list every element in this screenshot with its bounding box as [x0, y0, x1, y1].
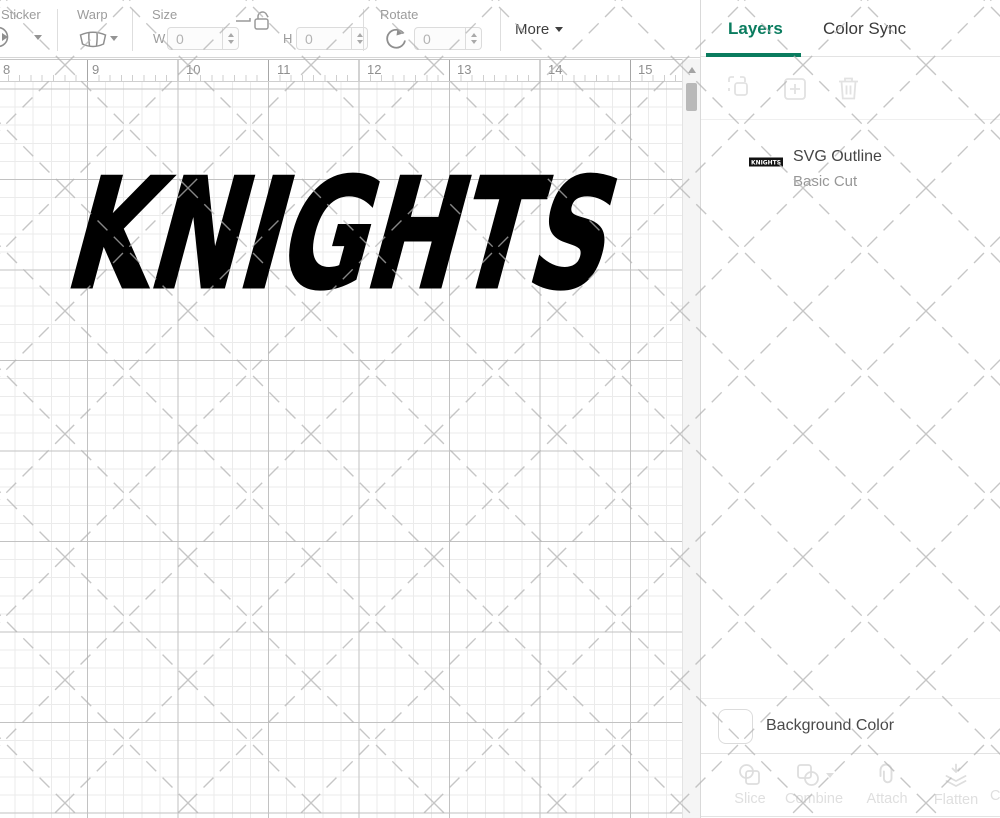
width-input[interactable]: [168, 28, 222, 49]
height-input[interactable]: [297, 28, 351, 49]
toolbar-divider: [132, 9, 133, 51]
width-input-group: [167, 27, 239, 50]
panel-tabs: Layers Color Sync: [701, 0, 1000, 57]
warp-icon[interactable]: [78, 29, 108, 54]
attach-button[interactable]: Attach: [861, 762, 913, 807]
sticker-offset-icon[interactable]: [0, 24, 18, 55]
ruler-number: 14: [548, 62, 563, 77]
ruler-number: 11: [277, 62, 291, 77]
layer-thumbnail: KNIGHTS: [749, 154, 783, 170]
size-group-label: Size: [152, 7, 178, 22]
height-input-group: [296, 27, 368, 50]
design-object-knights[interactable]: KNIGHTS: [0, 82, 700, 818]
ruler-number: 12: [367, 62, 382, 77]
design-app-window: Sticker Warp Size W 0 H 0 Rotate 0 More …: [0, 0, 1000, 818]
layer-tools-bar: Slice Combine Attach Flatten C: [701, 754, 1000, 817]
active-tab-underline: [706, 53, 801, 57]
layers-panel: Layers Color Sync KNIGHTS SVG Outline Ba…: [700, 0, 1000, 818]
design-text[interactable]: KNIGHTS: [51, 145, 639, 325]
more-button-label: More: [515, 21, 550, 38]
sticker-dropdown-caret-icon[interactable]: [34, 35, 42, 40]
design-canvas[interactable]: KNIGHTS: [0, 82, 700, 818]
ruler-number: 15: [638, 62, 653, 77]
combine-icon: [795, 762, 821, 788]
layer-thumbnail-text: KNIGHTS: [751, 160, 781, 167]
layer-actions-row: [701, 58, 1000, 120]
toolbar-divider: [500, 9, 501, 51]
partial-contour-button[interactable]: C: [990, 788, 1000, 804]
add-icon[interactable]: [782, 76, 808, 102]
attach-button-label: Attach: [866, 791, 908, 807]
background-color-row: Background Color: [701, 698, 1000, 754]
ruler-number: 9: [92, 62, 100, 77]
canvas-vertical-scrollbar[interactable]: [682, 59, 700, 818]
horizontal-ruler: 8 9 10 11 12 13 14 15: [0, 59, 700, 82]
ruler-number: 13: [457, 62, 472, 77]
rotate-icon[interactable]: [383, 26, 409, 57]
layer-title: SVG Outline: [793, 148, 882, 165]
scroll-up-arrow-icon[interactable]: [688, 67, 696, 73]
combine-dropdown-caret-icon[interactable]: [825, 772, 834, 778]
layer-text-block: SVG Outline Basic Cut: [793, 144, 882, 194]
toolbar-divider: [57, 9, 58, 51]
sticker-group-label: Sticker: [1, 7, 41, 22]
more-button[interactable]: More: [515, 21, 564, 38]
rotate-stepper[interactable]: [465, 28, 481, 49]
combine-button[interactable]: Combine: [781, 762, 847, 807]
delete-icon[interactable]: [836, 75, 861, 102]
background-color-label: Background Color: [766, 717, 895, 734]
layer-item-svg-outline[interactable]: KNIGHTS SVG Outline Basic Cut: [701, 130, 1000, 196]
warp-group-label: Warp: [77, 7, 108, 22]
tab-layers[interactable]: Layers: [728, 19, 783, 39]
work-area: Sticker Warp Size W 0 H 0 Rotate 0 More …: [0, 0, 700, 818]
background-color-swatch[interactable]: [718, 708, 753, 744]
attach-icon: [873, 762, 901, 788]
ruler-number: 8: [3, 62, 11, 77]
slice-button-label: Slice: [734, 791, 766, 807]
toolbar-divider: [363, 9, 364, 51]
flatten-button-label: Flatten: [933, 792, 979, 808]
duplicate-icon[interactable]: [727, 75, 754, 102]
warp-dropdown-caret-icon[interactable]: [110, 36, 118, 41]
ruler-number: 10: [186, 62, 201, 77]
tab-color-sync[interactable]: Color Sync: [823, 19, 906, 39]
width-field-label: W: [153, 31, 166, 46]
slice-icon: [737, 762, 763, 788]
edit-toolbar: Sticker Warp Size W 0 H 0 Rotate 0 More: [0, 0, 700, 58]
height-field-label: H: [283, 31, 293, 46]
scrollbar-thumb[interactable]: [686, 83, 697, 111]
more-caret-icon: [555, 27, 564, 32]
rotate-input-group: [414, 27, 482, 50]
slice-button[interactable]: Slice: [727, 762, 773, 807]
rotate-input[interactable]: [415, 28, 465, 49]
height-stepper[interactable]: [351, 28, 367, 49]
combine-button-label: Combine: [784, 791, 844, 807]
lock-aspect-icon[interactable]: [235, 8, 281, 37]
layer-subtitle: Basic Cut: [793, 173, 858, 190]
rotate-group-label: Rotate: [380, 7, 419, 22]
flatten-icon: [943, 762, 969, 789]
flatten-button[interactable]: Flatten: [927, 762, 985, 808]
